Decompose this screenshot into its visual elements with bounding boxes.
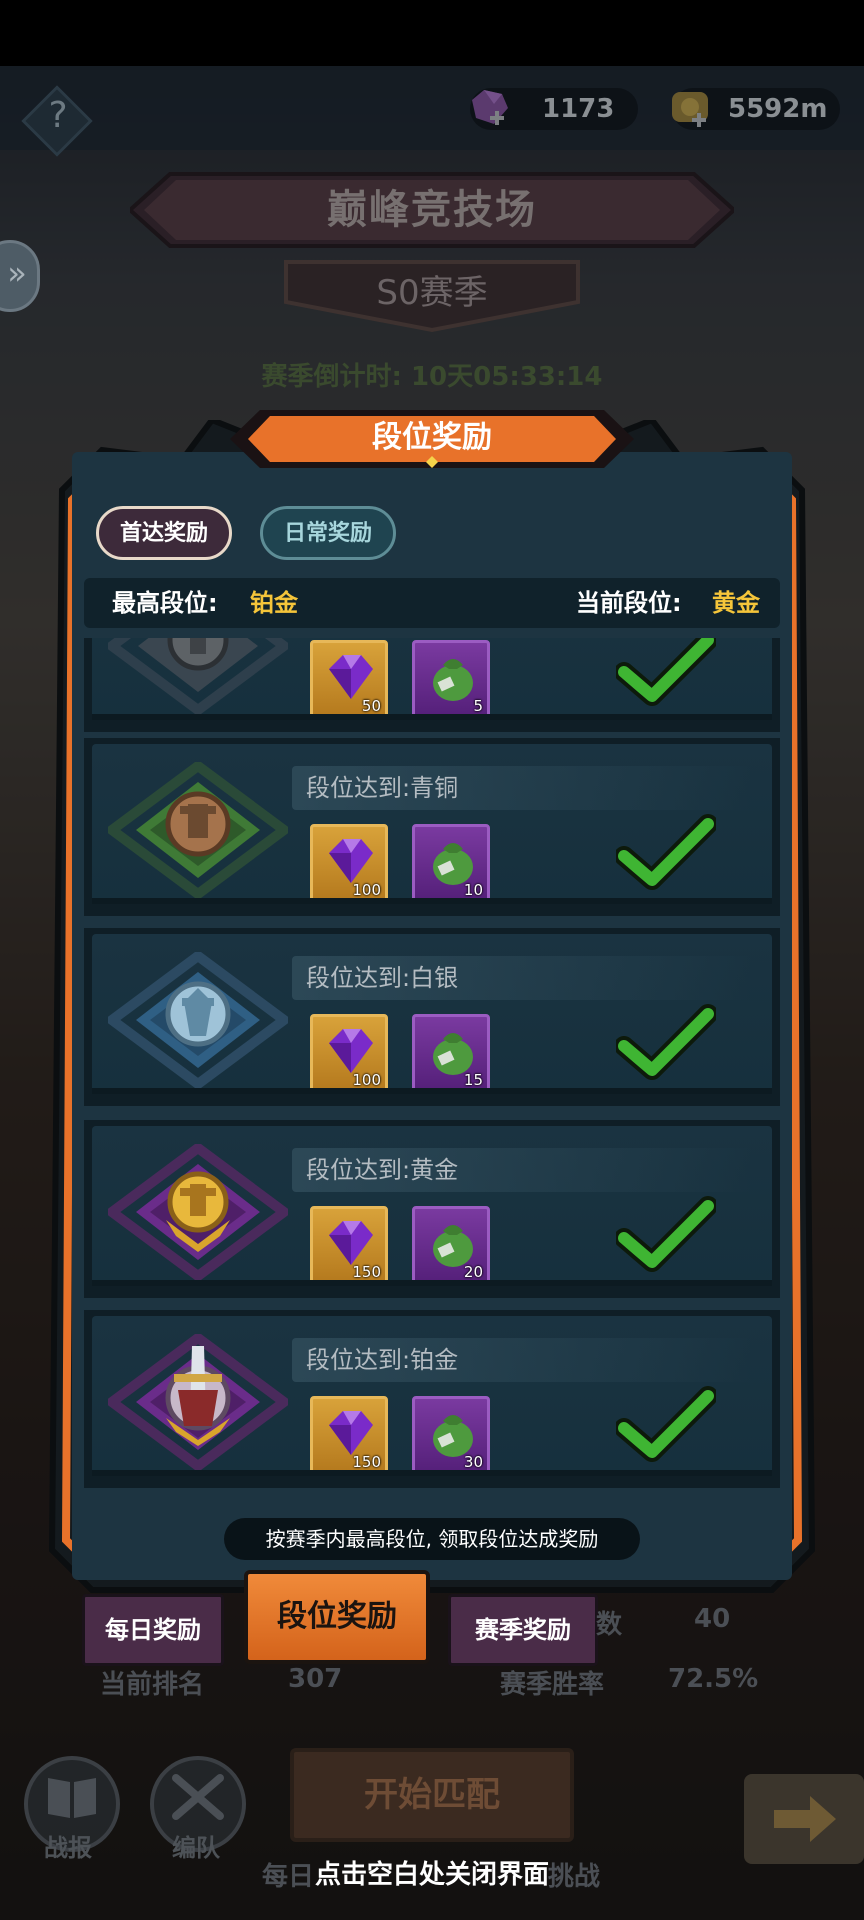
gem-reward[interactable]: 150	[310, 1206, 388, 1284]
gold-counter[interactable]: 5592m	[672, 88, 840, 130]
claimed-check-icon	[616, 1386, 716, 1462]
season-countdown: 赛季倒计时: 10天05:33:14	[261, 362, 603, 392]
claimed-check-icon	[616, 1196, 716, 1272]
bag-reward-count: 10	[463, 881, 483, 899]
tier-row: 段位达到:白银 100 15	[84, 928, 780, 1106]
bg-count-label: 数	[596, 1610, 623, 1640]
gem-reward-count: 150	[352, 1453, 381, 1471]
tier-row: 段位达到:黄金 150 20	[84, 1120, 780, 1298]
bag-reward-count: 30	[463, 1453, 483, 1471]
gold-add-icon	[672, 92, 708, 127]
bg-winrate-value: 72.5%	[668, 1664, 759, 1694]
start-match-label: 开始匹配	[364, 1775, 500, 1815]
gem-count: 1173	[542, 94, 615, 124]
gem-counter[interactable]: 1173	[470, 88, 638, 130]
tab-rank-rewards[interactable]: 段位奖励	[244, 1570, 430, 1664]
tier-label: 段位达到:铂金	[306, 1346, 459, 1374]
bag-reward-count: 5	[473, 697, 483, 715]
tier-row: 段位达到:青铜 100 10	[84, 738, 780, 916]
bag-reward[interactable]: 5	[412, 640, 490, 718]
bag-reward-count: 15	[463, 1071, 483, 1089]
gem-reward-count: 100	[352, 881, 381, 899]
tier-reward-list[interactable]: 50 5 段位达到:青铜 100 10 段位达到:白银 100 15 段位达到:…	[84, 638, 780, 1500]
tab-first-reward[interactable]: 首达奖励	[96, 506, 232, 560]
iron-emblem-icon	[108, 638, 288, 714]
claimed-check-icon	[616, 814, 716, 890]
tab-daily-reward[interactable]: 日常奖励	[260, 506, 396, 560]
current-rank-label: 当前段位:	[576, 589, 682, 617]
bg-winrate-label: 赛季胜率	[500, 1670, 605, 1700]
bag-reward[interactable]: 15	[412, 1014, 490, 1092]
gem-reward[interactable]: 150	[310, 1396, 388, 1474]
gem-reward-count: 150	[352, 1263, 381, 1281]
platinum-emblem-icon	[108, 1334, 288, 1470]
double-chevron-icon: »	[7, 254, 27, 292]
crossed-swords-icon	[172, 1774, 224, 1820]
tier-label: 段位达到:白银	[306, 964, 459, 992]
tier-row: 50 5	[84, 638, 780, 732]
gem-reward[interactable]: 100	[310, 1014, 388, 1092]
tab-daily-rewards[interactable]: 每日奖励	[82, 1594, 224, 1666]
gem-reward-count: 100	[352, 1071, 381, 1089]
claimed-check-icon	[616, 1004, 716, 1080]
close-hint[interactable]: 点击空白处关闭界面	[0, 1854, 864, 1894]
tab-season-rewards[interactable]: 赛季奖励	[448, 1594, 598, 1666]
arena-title: 巅峰竞技场	[327, 187, 537, 233]
tier-label: 段位达到:黄金	[306, 1156, 459, 1184]
claimed-check-icon	[616, 638, 716, 706]
gem-add-icon	[472, 90, 508, 125]
bg-count-value: 40	[694, 1604, 731, 1634]
gold-emblem-icon	[108, 1144, 288, 1280]
panel-title: 段位奖励	[372, 420, 492, 455]
current-rank-value: 黄金	[712, 589, 760, 617]
book-icon	[48, 1778, 96, 1818]
gem-reward[interactable]: 50	[310, 640, 388, 718]
bag-reward-count: 20	[463, 1263, 483, 1281]
bag-reward[interactable]: 10	[412, 824, 490, 902]
bg-rank-value: 307	[288, 1664, 343, 1694]
gem-reward[interactable]: 100	[310, 824, 388, 902]
highest-rank-label: 最高段位:	[112, 589, 218, 617]
bag-reward[interactable]: 30	[412, 1396, 490, 1474]
bronze-emblem-icon	[108, 762, 288, 898]
gem-reward-count: 50	[361, 697, 381, 715]
season-label: S0赛季	[376, 273, 488, 313]
rank-summary-bar: 最高段位: 铂金 当前段位: 黄金	[84, 578, 780, 628]
bg-rank-label: 当前排名	[100, 1670, 205, 1700]
gold-count: 5592m	[728, 94, 828, 124]
bag-reward[interactable]: 20	[412, 1206, 490, 1284]
tier-label: 段位达到:青铜	[306, 774, 459, 802]
reward-hint: 按赛季内最高段位, 领取段位达成奖励	[224, 1518, 640, 1560]
help-icon: ?	[48, 95, 68, 136]
arrow-right-icon	[774, 1796, 836, 1842]
tier-row: 段位达到:铂金 150 30	[84, 1310, 780, 1488]
highest-rank-value: 铂金	[250, 589, 298, 617]
silver-emblem-icon	[108, 952, 288, 1088]
